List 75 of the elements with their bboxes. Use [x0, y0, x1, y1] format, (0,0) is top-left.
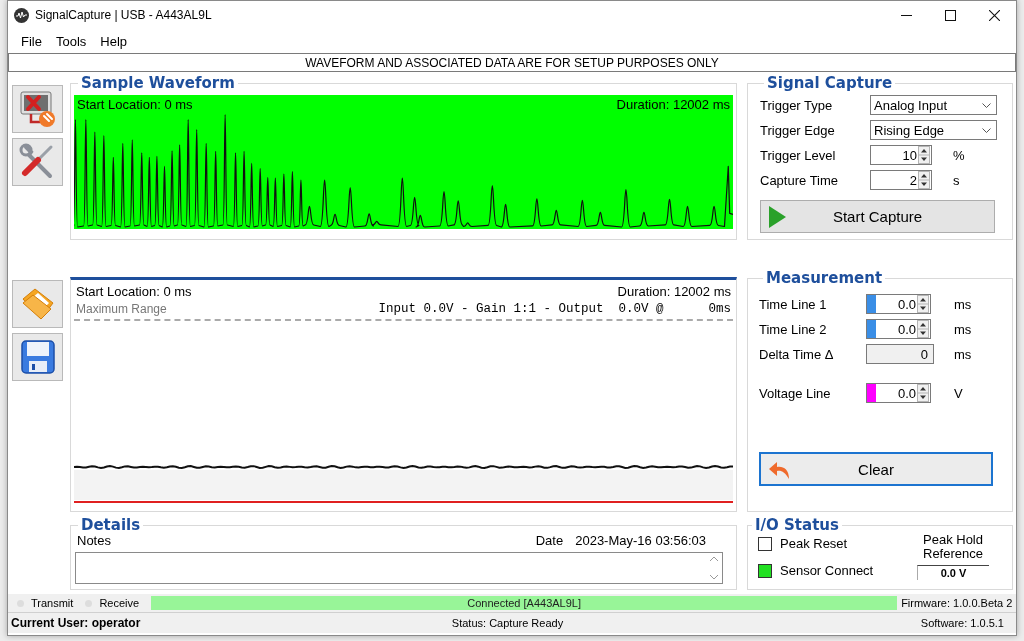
monitor-cross-plug-icon: [18, 90, 57, 128]
status-text: Status: Capture Ready: [451, 617, 564, 629]
notes-label: Notes: [77, 533, 111, 548]
checkbox[interactable]: [758, 563, 772, 578]
peak-hold-label: Peak Hold Reference: [922, 533, 984, 561]
maximize-icon: [944, 9, 956, 21]
toolbar-button[interactable]: [12, 333, 63, 381]
field-label: Time Line 1: [759, 296, 828, 312]
wave-logo-icon: [14, 7, 29, 23]
checkbox-label: Sensor Connect: [780, 563, 874, 578]
indicator-label: Receive: [99, 597, 140, 609]
unit-label: ms: [954, 321, 972, 337]
menu-item[interactable]: Tools: [48, 31, 94, 51]
scroll-arrows-icon[interactable]: [708, 555, 720, 581]
number-field[interactable]: 0.0: [866, 294, 931, 314]
software-version: Software: 1.0.5.1: [920, 617, 1004, 629]
peak-hold-readout: 0.0 V: [917, 565, 989, 580]
duration-label: Duration: 12002 ms: [617, 284, 731, 299]
firmware-version: Firmware: 1.0.0.Beta 2: [901, 597, 1013, 609]
start-capture-button[interactable]: Start Capture: [760, 200, 995, 233]
field-label: Trigger Edge: [760, 122, 836, 138]
undo-arrow-icon: [769, 459, 791, 479]
field-label: Trigger Level: [760, 147, 837, 163]
field-label: Voltage Line: [759, 385, 832, 401]
group-title: Details: [80, 517, 142, 533]
group-title: I/O Status: [754, 517, 840, 533]
toolbar-button[interactable]: [12, 138, 63, 186]
start-location-label: Start Location: 0 ms: [77, 97, 193, 112]
range-label: Maximum Range: [76, 302, 167, 316]
date-label: Date: [535, 533, 564, 548]
unit-label: ms: [954, 296, 972, 312]
notes-field[interactable]: [75, 552, 723, 584]
connection-status-bar: Connected [A443AL9L]: [151, 596, 898, 610]
group-title: Measurement: [765, 270, 884, 286]
menu-item[interactable]: File: [14, 31, 49, 51]
group-title: Sample Waveform: [80, 75, 236, 91]
duration-label: Duration: 12002 ms: [616, 97, 730, 112]
current-user: Current User: operator: [11, 616, 142, 630]
minimize-icon: [900, 14, 912, 16]
close-icon: [988, 9, 1000, 21]
unit-label: %: [953, 147, 965, 163]
indicator-label: Transmit: [31, 597, 74, 609]
toolbar-button[interactable]: [12, 85, 63, 133]
field-label: Trigger Type: [760, 97, 834, 113]
window-title: SignalCapture | USB - A443AL9L: [35, 8, 213, 22]
clear-button[interactable]: Clear: [759, 452, 993, 486]
chevron-down-icon: [982, 102, 991, 108]
group-title: Signal Capture: [766, 75, 894, 91]
spinner-arrows-icon[interactable]: [918, 146, 930, 164]
start-location-label: Start Location: 0 ms: [76, 284, 192, 299]
menu-item[interactable]: Help: [93, 31, 135, 51]
spinner-arrows-icon[interactable]: [917, 384, 929, 402]
signal-readout: Input 0.0V - Gain 1:1 - Output 0.0V @ 0ms: [378, 302, 731, 316]
number-field[interactable]: 10: [870, 145, 932, 165]
notice-banner: WAVEFORM AND ASSOCIATED DATA ARE FOR SETUP PURPOSES ONLY: [8, 53, 1016, 72]
field-label: Capture Time: [760, 172, 840, 188]
dropdown[interactable]: Analog Input: [870, 95, 997, 115]
spinner-arrows-icon[interactable]: [918, 171, 930, 189]
field-label: Time Line 2: [759, 321, 828, 337]
spinner-arrows-icon[interactable]: [917, 320, 929, 338]
number-field[interactable]: 2: [870, 170, 932, 190]
checkbox[interactable]: [758, 536, 772, 551]
checkbox-label: Peak Reset: [780, 536, 848, 551]
play-icon: [769, 205, 786, 228]
spinner-arrows-icon[interactable]: [917, 295, 929, 313]
readonly-field: 0: [866, 344, 934, 364]
chevron-down-icon: [982, 127, 991, 133]
number-field[interactable]: 0.0: [866, 383, 931, 403]
unit-label: V: [954, 385, 963, 401]
number-field[interactable]: 0.0: [866, 319, 931, 339]
field-label: Delta Time Δ: [759, 346, 835, 362]
unit-label: ms: [954, 346, 972, 362]
dropdown[interactable]: Rising Edge: [870, 120, 997, 140]
date-value: 2023-May-16 03:56:03: [575, 533, 706, 548]
unit-label: s: [953, 172, 960, 188]
